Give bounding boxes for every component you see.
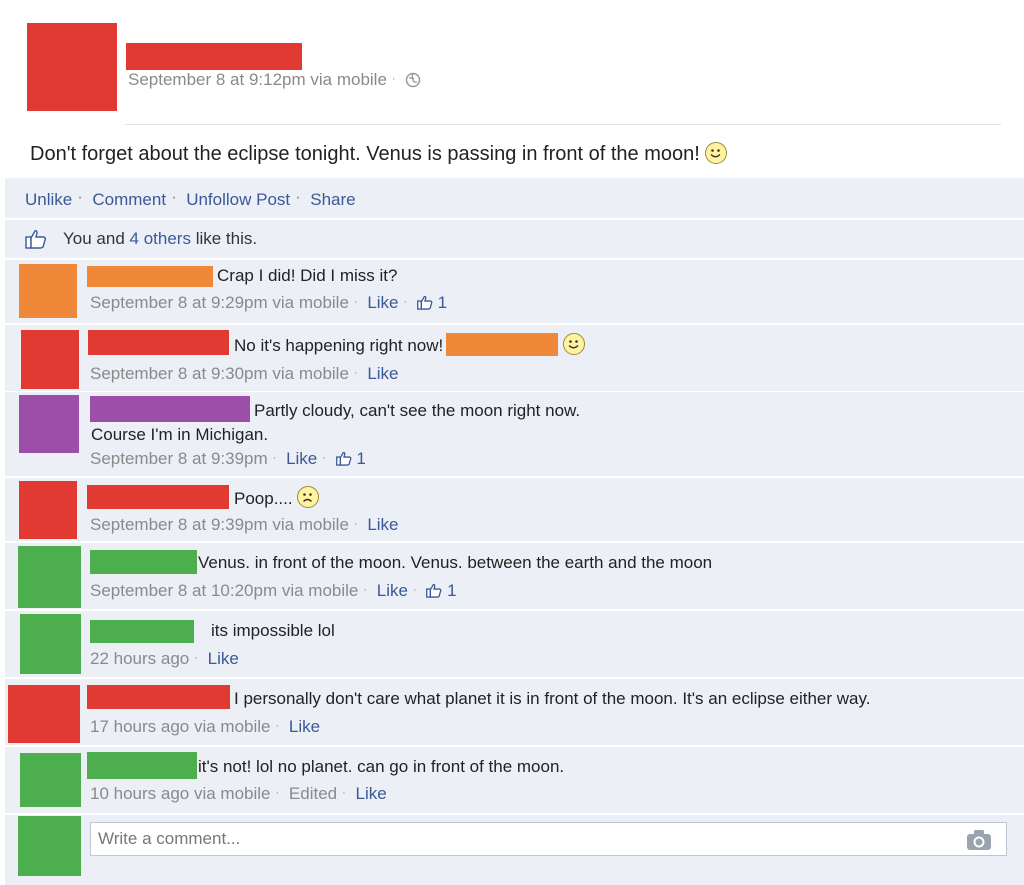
comment-meta: 17 hours ago via mobile · Like: [90, 717, 321, 736]
commenter-name[interactable]: [90, 620, 194, 643]
comment-like-link[interactable]: Like: [289, 717, 320, 736]
post-meta: September 8 at 9:12pm via mobile ·: [128, 70, 421, 93]
comment-likes-count[interactable]: 1: [447, 581, 456, 600]
comment-timestamp[interactable]: September 8 at 9:30pm via mobile: [90, 364, 349, 383]
likes-suffix: like this.: [195, 229, 258, 248]
commenter-name[interactable]: [87, 485, 229, 509]
commenter-avatar[interactable]: [20, 614, 81, 674]
edited-label[interactable]: Edited: [289, 784, 337, 803]
comment-like-link[interactable]: Like: [286, 449, 317, 468]
comment-timestamp[interactable]: 17 hours ago via mobile: [90, 717, 271, 736]
commenter-name[interactable]: [87, 266, 213, 287]
likes-others-link[interactable]: 4 others: [130, 229, 191, 248]
unlike-link[interactable]: Unlike: [25, 190, 72, 209]
comment-item: it's not! lol no planet. can go in front…: [5, 747, 1024, 813]
header-divider: [125, 124, 1001, 125]
thumbs-up-icon: [25, 229, 47, 254]
comment-item: its impossible lol 22 hours ago · Like: [5, 611, 1024, 677]
comment-item: No it's happening right now! September 8…: [5, 325, 1024, 391]
comment-item: Crap I did! Did I miss it? September 8 a…: [5, 260, 1024, 323]
commenter-avatar[interactable]: [19, 395, 79, 453]
comment-like-link[interactable]: Like: [367, 515, 398, 534]
comment-text-row: Poop....: [234, 486, 320, 509]
comment-like-link[interactable]: Like: [367, 293, 398, 312]
mentioned-name[interactable]: [446, 333, 558, 356]
comment-like-link[interactable]: Like: [356, 784, 387, 803]
smiley-icon: [705, 142, 728, 164]
comment-meta: September 8 at 10:20pm via mobile · Like ·…: [90, 581, 457, 603]
comment-item: I personally don't care what planet it i…: [5, 679, 1024, 745]
commenter-name[interactable]: [87, 685, 230, 709]
author-avatar[interactable]: [27, 23, 117, 111]
post-text: Don't forget about the eclipse tonight. …: [30, 143, 700, 165]
thumbs-up-icon: [416, 295, 433, 315]
comment-likes-count[interactable]: 1: [438, 293, 447, 312]
comment-text: Crap I did! Did I miss it?: [217, 266, 398, 285]
likes-summary: You and 4 others like this.: [5, 220, 1024, 258]
comment-text: it's not! lol no planet. can go in front…: [198, 757, 565, 776]
comment-item: Poop.... September 8 at 9:39pm via mobil…: [5, 478, 1024, 541]
commenter-avatar[interactable]: [21, 330, 79, 389]
unfollow-post-link[interactable]: Unfollow Post: [186, 190, 290, 209]
thumbs-up-icon: [426, 583, 442, 603]
comment-like-link[interactable]: Like: [367, 364, 398, 383]
commenter-avatar[interactable]: [19, 481, 77, 539]
post-body: Don't forget about the eclipse tonight. …: [30, 142, 728, 166]
viewer-avatar[interactable]: [18, 816, 81, 876]
comment-like-link[interactable]: Like: [377, 581, 408, 600]
comment-likes-count[interactable]: 1: [356, 449, 365, 468]
comment-meta: September 8 at 9:29pm via mobile · Like · …: [90, 293, 447, 315]
comment-timestamp[interactable]: September 8 at 9:29pm via mobile: [90, 293, 349, 312]
comment-text-line2: Course I'm in Michigan.: [91, 425, 269, 444]
likes-prefix: You and: [63, 229, 125, 248]
comment-meta: 10 hours ago via mobile · Edited · Like: [90, 784, 387, 803]
comment-text: I personally don't care what planet it i…: [234, 689, 871, 708]
commenter-name[interactable]: [90, 550, 197, 574]
comment-timestamp[interactable]: 10 hours ago via mobile: [90, 784, 271, 803]
comment-text-row: No it's happening right now!: [234, 333, 585, 356]
frown-icon: [297, 486, 320, 508]
comment-like-link[interactable]: Like: [208, 649, 239, 668]
commenter-name[interactable]: [90, 396, 250, 422]
comment-text: its impossible lol: [211, 621, 335, 640]
comment-item: Partly cloudy, can't see the moon right …: [5, 392, 1024, 476]
write-comment-input[interactable]: [91, 823, 951, 855]
post-timestamp[interactable]: September 8 at 9:12pm via mobile: [128, 70, 387, 89]
commenter-avatar[interactable]: [20, 753, 81, 807]
comment-text: Partly cloudy, can't see the moon right …: [254, 401, 581, 420]
comment-meta: 22 hours ago · Like: [90, 649, 239, 668]
thumbs-up-icon: [335, 451, 352, 471]
comment-text: No it's happening right now!: [234, 336, 444, 355]
post-action-bar: Unlike · Comment · Unfollow Post · Share: [5, 178, 1024, 218]
comment-meta: September 8 at 9:30pm via mobile · Like: [90, 364, 399, 383]
smiley-icon: [562, 333, 585, 355]
comment-text: Poop....: [234, 489, 293, 508]
comment-item: Venus. in front of the moon. Venus. betw…: [5, 543, 1024, 609]
post-header: September 8 at 9:12pm via mobile · Don't …: [0, 0, 1024, 178]
comment-timestamp[interactable]: September 8 at 9:39pm via mobile: [90, 515, 349, 534]
comment-timestamp[interactable]: September 8 at 9:39pm: [90, 449, 268, 468]
comment-timestamp[interactable]: September 8 at 10:20pm via mobile: [90, 581, 358, 600]
comment-timestamp[interactable]: 22 hours ago: [90, 649, 189, 668]
commenter-name[interactable]: [88, 330, 229, 355]
comment-link[interactable]: Comment: [92, 190, 166, 209]
author-name[interactable]: [126, 43, 302, 70]
share-link[interactable]: Share: [310, 190, 355, 209]
comment-meta: September 8 at 9:39pm via mobile · Like: [90, 515, 399, 534]
comment-text: Venus. in front of the moon. Venus. betw…: [198, 553, 713, 572]
commenter-avatar[interactable]: [19, 264, 77, 318]
commenter-name[interactable]: [87, 752, 197, 779]
commenter-avatar[interactable]: [8, 685, 80, 743]
comment-meta: September 8 at 9:39pm · Like · 1: [90, 449, 366, 471]
commenter-avatar[interactable]: [18, 546, 81, 608]
globe-icon: [405, 72, 421, 93]
write-comment-box[interactable]: [90, 822, 1007, 856]
camera-icon[interactable]: [966, 829, 992, 856]
